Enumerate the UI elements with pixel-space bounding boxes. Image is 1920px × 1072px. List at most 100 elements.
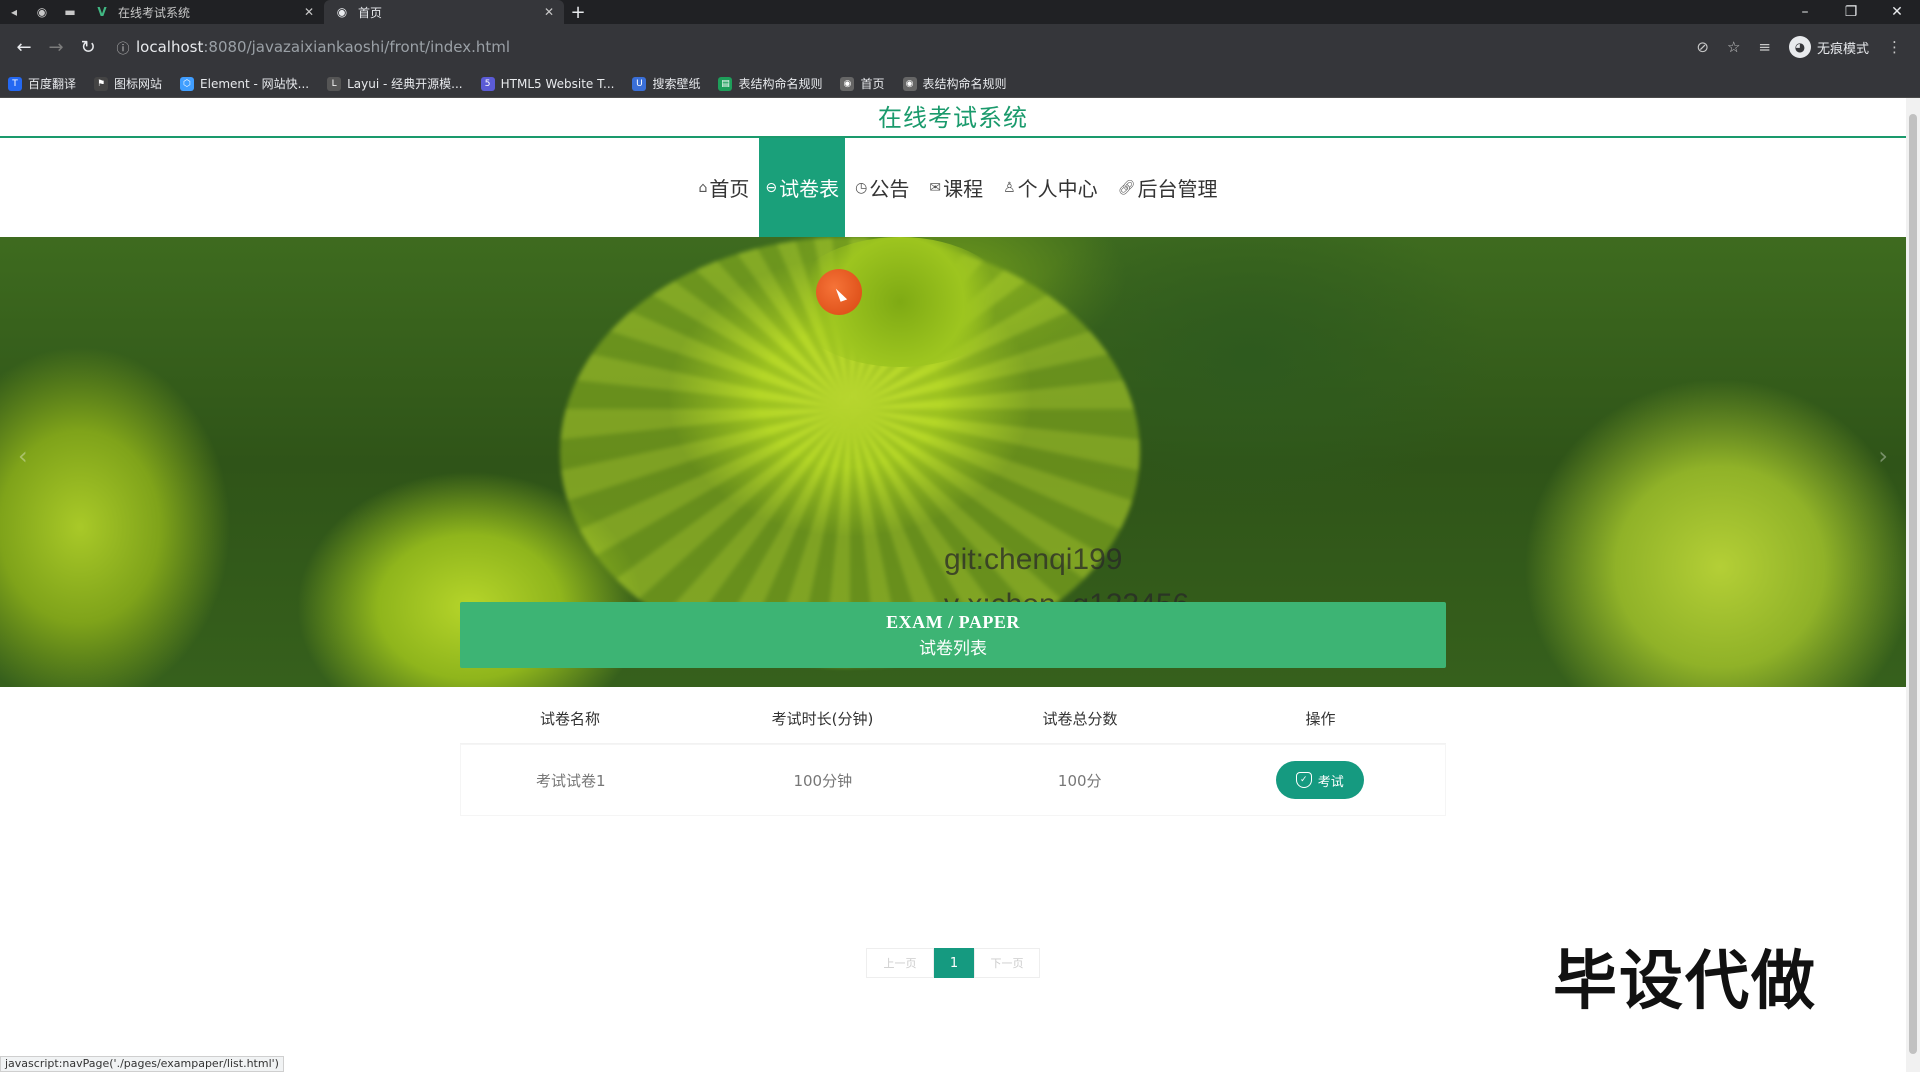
close-icon[interactable]: ✕ bbox=[544, 5, 554, 19]
tab-search-icon[interactable]: ▬ bbox=[56, 0, 84, 24]
shield-check-icon: ✓ bbox=[1295, 772, 1312, 788]
carousel-next-icon[interactable]: › bbox=[1878, 442, 1888, 470]
minimize-icon[interactable]: – bbox=[1782, 4, 1828, 20]
status-bar: javascript:navPage('./pages/exampaper/li… bbox=[0, 1056, 284, 1072]
reload-icon[interactable]: ↻ bbox=[72, 37, 104, 58]
bookmark-item[interactable]: T 百度翻译 bbox=[8, 75, 76, 92]
translate-icon: T bbox=[8, 76, 22, 91]
bookmark-label: Element - 网站快... bbox=[200, 77, 310, 91]
web-page: 在线考试系统 ⌂ 首页 ⊖ 试卷表 ◷ 公告 ✉ 课程 ♙ 个人中心 🔗︎ 后台管理 ‹ ›… bbox=[0, 98, 1906, 1072]
section-title-cn: 试卷列表 bbox=[919, 639, 987, 659]
browser-tab-1[interactable]: V 在线考试系统 ✕ bbox=[84, 0, 324, 24]
nav-item-home[interactable]: ⌂ 首页 bbox=[689, 138, 760, 237]
section-header: EXAM / PAPER 试卷列表 bbox=[460, 602, 1446, 668]
vue-logo-icon: V bbox=[97, 5, 107, 19]
prev-page-button[interactable]: 上一页 bbox=[866, 948, 934, 978]
tab-title: 在线考试系统 bbox=[118, 5, 191, 20]
pagination: 上一页 1 下一页 bbox=[866, 948, 1040, 978]
paper-icon: ⊖ bbox=[765, 179, 778, 196]
browser-tab-strip: ◂ ◉ ▬ V 在线考试系统 ✕ ◉ 首页 ✕ + – ❐ ✕ bbox=[0, 0, 1920, 24]
profile-label: 无痕模式 bbox=[1816, 41, 1869, 57]
watermark-line: git:chenqi199 bbox=[944, 543, 1123, 576]
new-tab-button[interactable]: + bbox=[564, 2, 592, 23]
site-title: 在线考试系统 bbox=[0, 98, 1906, 138]
carousel-prev-icon[interactable]: ‹ bbox=[18, 442, 28, 470]
column-header: 试卷名称 bbox=[539, 710, 600, 728]
info-icon[interactable]: ⓘ bbox=[110, 34, 136, 60]
toolbar-right: ⊘ ☆ ≡ ◕ 无痕模式 ⋮ bbox=[1696, 36, 1912, 58]
star-icon[interactable]: ☆ bbox=[1727, 38, 1740, 56]
paper-score: 100分 bbox=[1057, 771, 1102, 790]
sheet-icon: ▤ bbox=[718, 76, 733, 91]
globe-icon: ◉ bbox=[336, 5, 348, 19]
column-header: 操作 bbox=[1305, 710, 1336, 728]
bookmark-label: Layui - 经典开源模... bbox=[347, 77, 463, 91]
tab-title: 首页 bbox=[358, 5, 383, 20]
layui-icon: L bbox=[327, 76, 342, 91]
profile-button[interactable]: ◕ 无痕模式 bbox=[1788, 36, 1869, 58]
menu-icon[interactable]: ⋮ bbox=[1887, 38, 1902, 56]
bookmark-item[interactable]: ⬡ Element - 网站快... bbox=[180, 75, 309, 92]
nav-item-course[interactable]: ✉ 课程 bbox=[919, 138, 993, 237]
bookmark-item[interactable]: ▤ 表结构命名规则 bbox=[718, 75, 822, 92]
nav-label: 课程 bbox=[943, 177, 984, 201]
table-row: 考试试卷1 100分钟 100分 ✓ 考试 bbox=[460, 744, 1446, 816]
back-icon[interactable]: ← bbox=[8, 37, 40, 58]
nav-item-profile[interactable]: ♙ 个人中心 bbox=[993, 138, 1108, 237]
globe-icon[interactable]: ◉ bbox=[28, 0, 56, 24]
bookmark-label: 表结构命名规则 bbox=[922, 77, 1007, 91]
flag-icon: ⚑ bbox=[94, 76, 109, 91]
paper-name: 考试试卷1 bbox=[536, 771, 606, 790]
exam-button[interactable]: ✓ 考试 bbox=[1275, 761, 1364, 799]
bookmark-item[interactable]: ⚑ 图标网站 bbox=[94, 75, 162, 92]
bookmark-item[interactable]: ◉ 首页 bbox=[840, 75, 885, 92]
url-bar[interactable]: ⓘ localhost:8080/javazaixiankaoshi/front… bbox=[110, 31, 1696, 63]
eye-off-icon[interactable]: ⊘ bbox=[1696, 38, 1709, 56]
bookmark-item[interactable]: U 搜索壁纸 bbox=[632, 75, 700, 92]
nav-label: 首页 bbox=[709, 177, 750, 201]
nav-label: 个人中心 bbox=[1017, 177, 1098, 201]
bookmark-label: 百度翻译 bbox=[28, 77, 77, 91]
nav-item-admin[interactable]: 🔗︎ 后台管理 bbox=[1108, 138, 1228, 237]
exam-button-label: 考试 bbox=[1317, 774, 1344, 790]
page-button-current[interactable]: 1 bbox=[934, 948, 974, 978]
bookmark-label: 表结构命名规则 bbox=[738, 77, 823, 91]
nav-label: 试卷表 bbox=[779, 177, 840, 201]
paper-duration: 100分钟 bbox=[793, 771, 853, 790]
incognito-icon: ◕ bbox=[1788, 36, 1811, 58]
main-nav: ⌂ 首页 ⊖ 试卷表 ◷ 公告 ✉ 课程 ♙ 个人中心 🔗︎ 后台管理 bbox=[0, 138, 1906, 237]
bookmark-label: 图标网站 bbox=[114, 77, 163, 91]
bookmark-item[interactable]: ◉ 表结构命名规则 bbox=[902, 75, 1007, 92]
bookmark-item[interactable]: 5 HTML5 Website T... bbox=[480, 76, 615, 91]
scrollbar-thumb[interactable] bbox=[1909, 114, 1917, 1054]
close-icon[interactable]: ✕ bbox=[304, 5, 314, 19]
home-icon: ⌂ bbox=[698, 179, 708, 196]
window-controls: – ❐ ✕ bbox=[1782, 4, 1920, 20]
url-path: :8080/javazaixiankaoshi/front/index.html bbox=[203, 38, 511, 56]
column-header: 考试时长(分钟) bbox=[771, 710, 874, 728]
column-header: 试卷总分数 bbox=[1042, 710, 1118, 728]
element-icon: ⬡ bbox=[180, 76, 195, 91]
table-header: 试卷名称 考试时长(分钟) 试卷总分数 操作 bbox=[460, 694, 1446, 744]
browser-tab-2[interactable]: ◉ 首页 ✕ bbox=[324, 0, 564, 24]
promo-overlay-text: 毕设代做 bbox=[1553, 945, 1817, 1019]
forward-icon[interactable]: → bbox=[40, 37, 72, 58]
bookmark-item[interactable]: L Layui - 经典开源模... bbox=[327, 75, 463, 92]
restore-icon[interactable]: ❐ bbox=[1828, 4, 1874, 20]
clock-icon: ◷ bbox=[855, 179, 868, 196]
next-page-button[interactable]: 下一页 bbox=[974, 948, 1040, 978]
paper-table: 试卷名称 考试时长(分钟) 试卷总分数 操作 考试试卷1 100分钟 100分 … bbox=[460, 694, 1446, 816]
nav-label: 后台管理 bbox=[1137, 177, 1218, 201]
link-icon: 🔗︎ bbox=[1117, 179, 1136, 196]
tab-audio-icon[interactable]: ◂ bbox=[0, 0, 28, 24]
bookmarks-bar: T 百度翻译 ⚑ 图标网站 ⬡ Element - 网站快... L Layui - 经… bbox=[0, 70, 1920, 98]
reading-list-icon[interactable]: ≡ bbox=[1758, 38, 1771, 56]
bookmark-label: 首页 bbox=[860, 77, 885, 91]
nav-item-notice[interactable]: ◷ 公告 bbox=[845, 138, 919, 237]
action-cell: ✓ 考试 bbox=[1195, 761, 1445, 799]
section-title-en: EXAM / PAPER bbox=[886, 612, 1020, 632]
bookmark-label: HTML5 Website T... bbox=[500, 76, 615, 91]
close-window-icon[interactable]: ✕ bbox=[1874, 4, 1920, 20]
page-scrollbar[interactable] bbox=[1906, 98, 1920, 1072]
nav-item-papers[interactable]: ⊖ 试卷表 bbox=[759, 138, 846, 237]
